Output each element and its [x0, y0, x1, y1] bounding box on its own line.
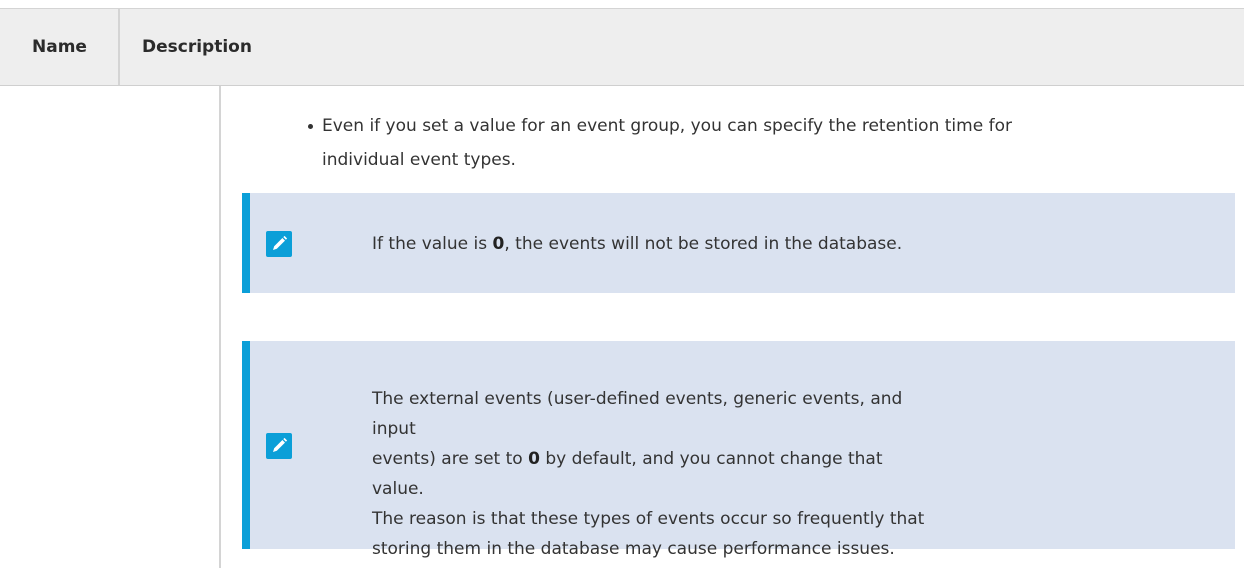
note-line-4: storing them in the database may cause p…	[372, 539, 895, 559]
header-column-divider	[118, 9, 120, 85]
note-text: If the value is 0, the events will not b…	[372, 234, 903, 254]
note-text: The external events (user-defined events…	[372, 384, 932, 564]
bullet-text-line2: individual event types.	[322, 150, 516, 170]
bullet-dot-icon	[308, 124, 313, 129]
table-header-row: Name Description	[0, 9, 1244, 86]
bullet-text-line1: Even if you set a value for an event gro…	[322, 116, 1012, 136]
note-line-1: The external events (user-defined events…	[372, 389, 903, 439]
header-description: Description	[142, 37, 252, 57]
note-bold-value: 0	[492, 234, 505, 254]
pencil-note-icon	[266, 433, 292, 459]
note-bold-value: 0	[528, 449, 540, 469]
note-line-2: events) are set to 0 by default, and you…	[372, 449, 883, 499]
body-column-divider	[219, 86, 221, 568]
header-name: Name	[32, 37, 87, 57]
pencil-note-icon	[266, 231, 292, 257]
note-callout: The external events (user-defined events…	[242, 341, 1235, 559]
note-line-3: The reason is that these types of events…	[372, 509, 925, 529]
bullet-list-item: Even if you set a value for an event gro…	[308, 109, 1208, 177]
note-callout: If the value is 0, the events will not b…	[242, 193, 1235, 293]
